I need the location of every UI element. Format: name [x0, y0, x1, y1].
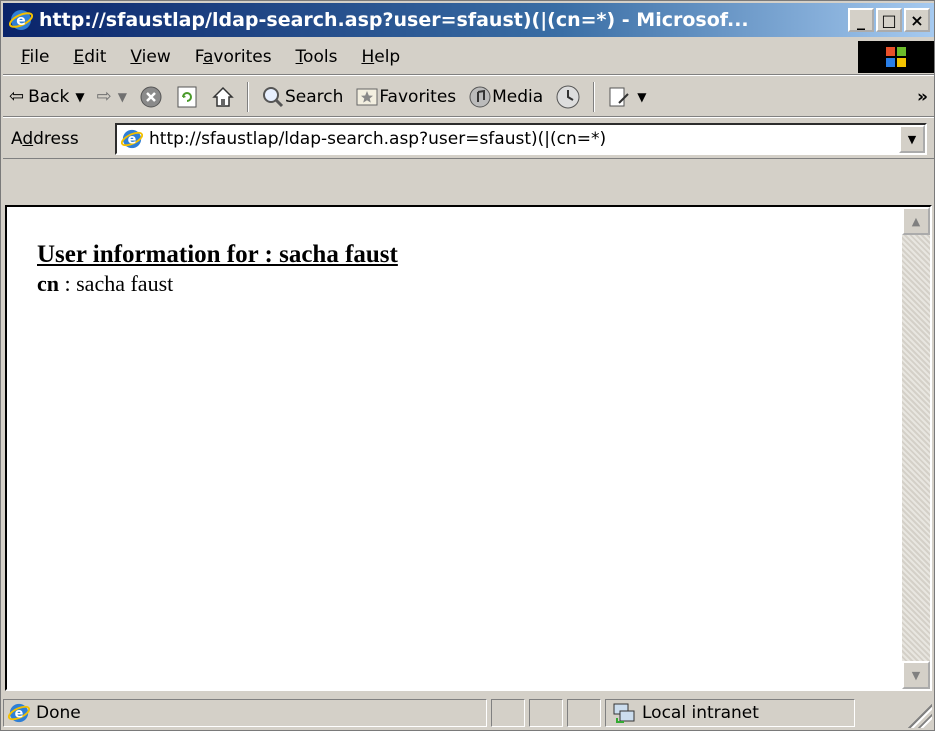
- menu-help[interactable]: Help: [349, 47, 412, 67]
- windows-flag-icon: [886, 47, 906, 67]
- media-icon: [469, 86, 491, 107]
- menu-bar: File Edit View Favorites Tools Help: [3, 39, 934, 75]
- status-pane: [491, 698, 525, 727]
- address-label: Address: [11, 128, 79, 149]
- cn-field-value: sacha faust: [76, 271, 174, 296]
- status-text: Done: [36, 702, 81, 723]
- cn-field-separator: :: [59, 271, 77, 296]
- search-button[interactable]: Search: [255, 80, 349, 114]
- minimize-icon: _: [857, 10, 865, 30]
- status-pane: [529, 698, 563, 727]
- home-icon: [212, 86, 234, 107]
- search-label: Search: [284, 86, 344, 107]
- standard-toolbar: ⇦ Back ▼ ⇨ ▼ Search Favorites Media ▼ »: [3, 77, 934, 117]
- chevron-down-icon: ▼: [911, 668, 921, 682]
- forward-button[interactable]: ⇨ ▼: [91, 80, 133, 114]
- zone-label: Local intranet: [642, 702, 759, 723]
- page-content-frame: User information for : sacha faust cn : …: [5, 205, 932, 691]
- toolbar-overflow-chevron[interactable]: »: [911, 80, 934, 114]
- svg-text:e: e: [128, 133, 137, 148]
- back-button[interactable]: ⇦ Back ▼: [3, 80, 91, 114]
- menu-tools[interactable]: Tools: [284, 47, 350, 67]
- toolbar-separator: [593, 81, 596, 112]
- page-content: User information for : sacha faust cn : …: [37, 241, 398, 297]
- refresh-icon: [177, 86, 197, 107]
- title-bar[interactable]: e http://sfaustlap/ldap-search.asp?user=…: [3, 3, 934, 37]
- history-button[interactable]: [549, 80, 587, 114]
- media-label: Media: [492, 86, 544, 107]
- close-icon: ×: [910, 10, 924, 30]
- cn-field-name: cn: [37, 271, 59, 296]
- scroll-down-button[interactable]: ▼: [902, 661, 930, 689]
- close-button[interactable]: ×: [904, 8, 930, 32]
- maximize-button[interactable]: □: [876, 8, 902, 32]
- status-pane: [567, 698, 601, 727]
- favorites-label: Favorites: [379, 86, 457, 107]
- windows-logo-icon: [858, 41, 934, 73]
- mail-edit-icon: [609, 87, 629, 106]
- scroll-up-button[interactable]: ▲: [902, 207, 930, 235]
- svg-text:e: e: [15, 706, 24, 721]
- toolbar-separator: [246, 81, 249, 112]
- search-icon: [262, 86, 283, 107]
- window-controls: _ □ ×: [848, 8, 930, 32]
- address-bar: Address e http://sfaustlap/ldap-search.a…: [3, 119, 934, 159]
- stop-button[interactable]: [133, 80, 169, 114]
- maximize-icon: □: [881, 10, 897, 30]
- page-heading: User information for : sacha faust: [37, 241, 398, 268]
- window-title: http://sfaustlap/ldap-search.asp?user=sf…: [39, 9, 749, 31]
- address-input[interactable]: e http://sfaustlap/ldap-search.asp?user=…: [115, 123, 927, 155]
- mail-dropdown-icon[interactable]: ▼: [637, 90, 646, 104]
- intranet-icon: [613, 703, 635, 723]
- menu-view[interactable]: View: [118, 47, 182, 67]
- refresh-button[interactable]: [169, 80, 205, 114]
- security-zone-pane[interactable]: Local intranet: [605, 698, 855, 727]
- address-url: http://sfaustlap/ldap-search.asp?user=sf…: [149, 129, 607, 149]
- menu-edit[interactable]: Edit: [61, 47, 118, 67]
- back-arrow-icon: ⇦: [9, 86, 25, 107]
- cn-field: cn : sacha faust: [37, 271, 398, 297]
- forward-dropdown-icon[interactable]: ▼: [118, 90, 127, 104]
- favorites-button[interactable]: Favorites: [349, 80, 462, 114]
- chevron-up-icon: ▲: [911, 214, 921, 228]
- mail-button[interactable]: ▼: [601, 80, 652, 114]
- home-button[interactable]: [205, 80, 241, 114]
- media-button[interactable]: Media: [462, 80, 549, 114]
- ie-logo-icon: e: [9, 10, 33, 30]
- status-bar: e Done Local intranet: [3, 695, 934, 730]
- vertical-scrollbar[interactable]: ▲ ▼: [902, 207, 930, 689]
- resize-grip-icon[interactable]: [908, 704, 932, 728]
- stop-icon: [140, 86, 162, 107]
- minimize-button[interactable]: _: [848, 8, 874, 32]
- menu-favorites[interactable]: Favorites: [183, 47, 284, 67]
- status-ie-icon: e: [8, 703, 30, 722]
- status-main-pane: e Done: [3, 698, 487, 727]
- svg-text:e: e: [16, 13, 26, 29]
- menu-file[interactable]: File: [3, 47, 61, 67]
- browser-window: e http://sfaustlap/ldap-search.asp?user=…: [0, 0, 935, 731]
- back-dropdown-icon[interactable]: ▼: [75, 90, 84, 104]
- back-label: Back: [28, 86, 70, 107]
- history-icon: [556, 85, 580, 108]
- page-ie-icon: e: [121, 129, 143, 149]
- chevron-down-icon: ▼: [907, 132, 917, 146]
- forward-arrow-icon: ⇨: [96, 86, 112, 107]
- favorites-star-icon: [356, 88, 378, 105]
- address-dropdown-button[interactable]: ▼: [899, 125, 925, 153]
